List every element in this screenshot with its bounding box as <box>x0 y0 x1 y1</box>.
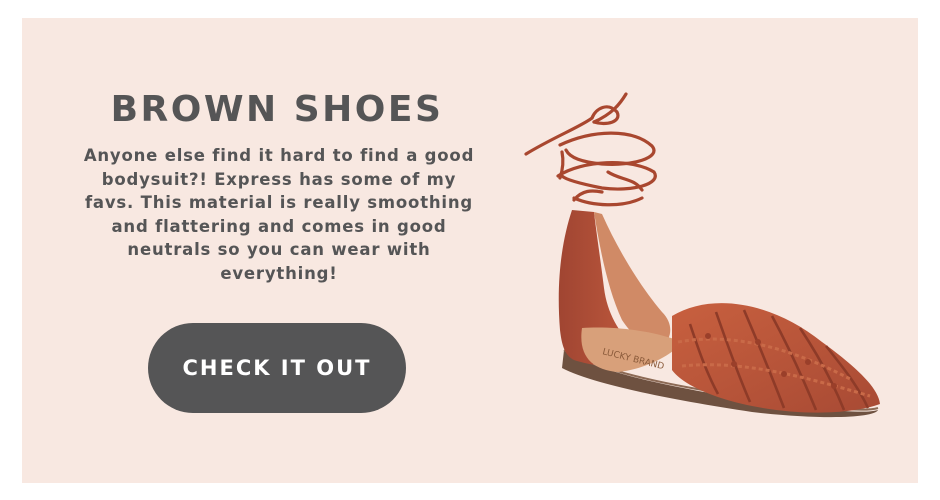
check-it-out-button[interactable]: CHECK IT OUT <box>148 323 406 413</box>
promo-card: BROWN SHOES Anyone else find it hard to … <box>22 18 918 483</box>
ankle-laces <box>524 92 657 207</box>
product-title: BROWN SHOES <box>110 89 444 130</box>
product-description: Anyone else find it hard to find a good … <box>83 146 475 283</box>
sandal-image[interactable]: LUCKY BRAND <box>522 80 892 440</box>
